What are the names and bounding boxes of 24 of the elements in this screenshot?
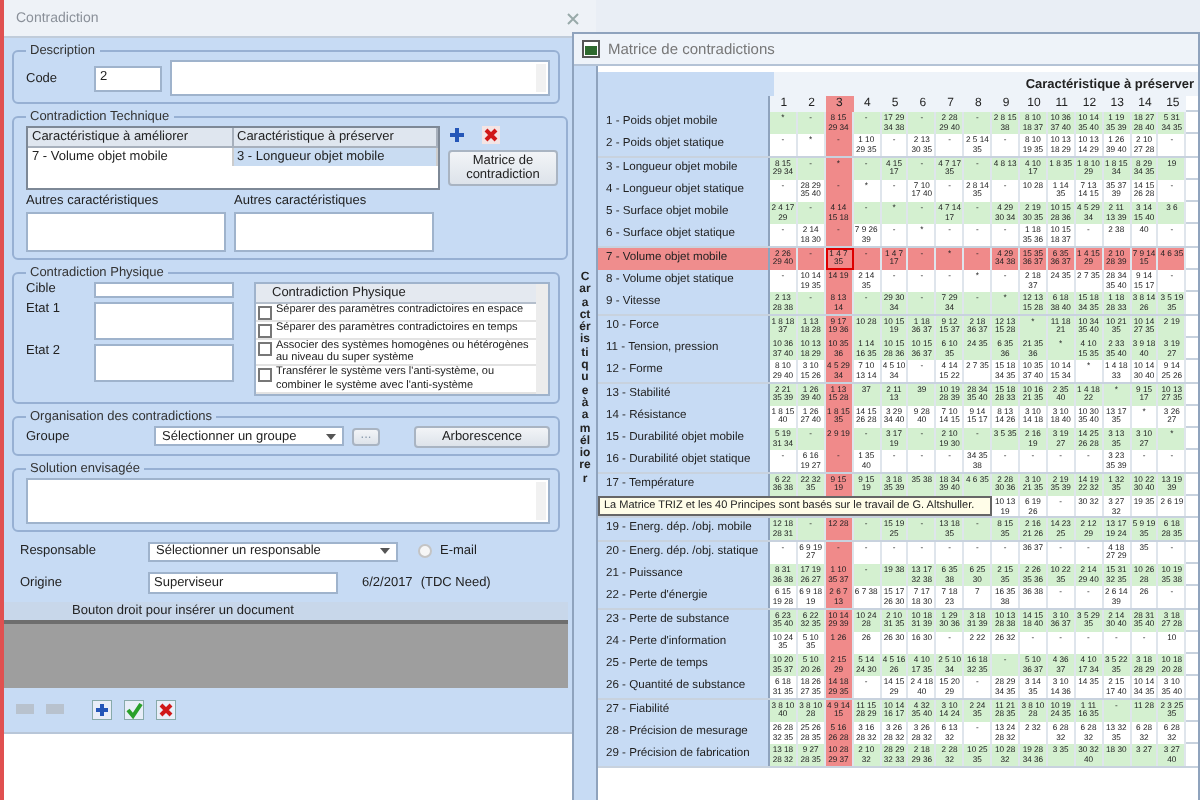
- text-field[interactable]: [94, 282, 234, 298]
- dropdown-icon[interactable]: [326, 433, 336, 440]
- text-field[interactable]: [26, 212, 226, 252]
- delete-icon[interactable]: [156, 699, 176, 720]
- scrollbar[interactable]: [536, 64, 546, 92]
- radio-button[interactable]: [418, 544, 432, 559]
- checkbox[interactable]: [258, 342, 272, 356]
- text-field[interactable]: [94, 302, 234, 340]
- checkbox[interactable]: [258, 306, 272, 320]
- scrollbar[interactable]: [536, 284, 548, 394]
- text-field[interactable]: [234, 212, 434, 252]
- scrollbar[interactable]: [536, 481, 546, 520]
- checkbox[interactable]: [258, 324, 272, 338]
- description-field[interactable]: [170, 60, 550, 96]
- table-icon: [582, 40, 600, 58]
- solution-field[interactable]: [26, 477, 550, 524]
- close-icon[interactable]: [566, 11, 580, 25]
- check-icon[interactable]: [124, 699, 144, 720]
- checkbox[interactable]: [258, 368, 272, 383]
- add-icon[interactable]: [92, 699, 112, 720]
- delete-icon[interactable]: [482, 126, 500, 144]
- text-field[interactable]: [94, 344, 234, 382]
- dropdown-icon[interactable]: [380, 548, 390, 555]
- add-icon[interactable]: [448, 126, 466, 144]
